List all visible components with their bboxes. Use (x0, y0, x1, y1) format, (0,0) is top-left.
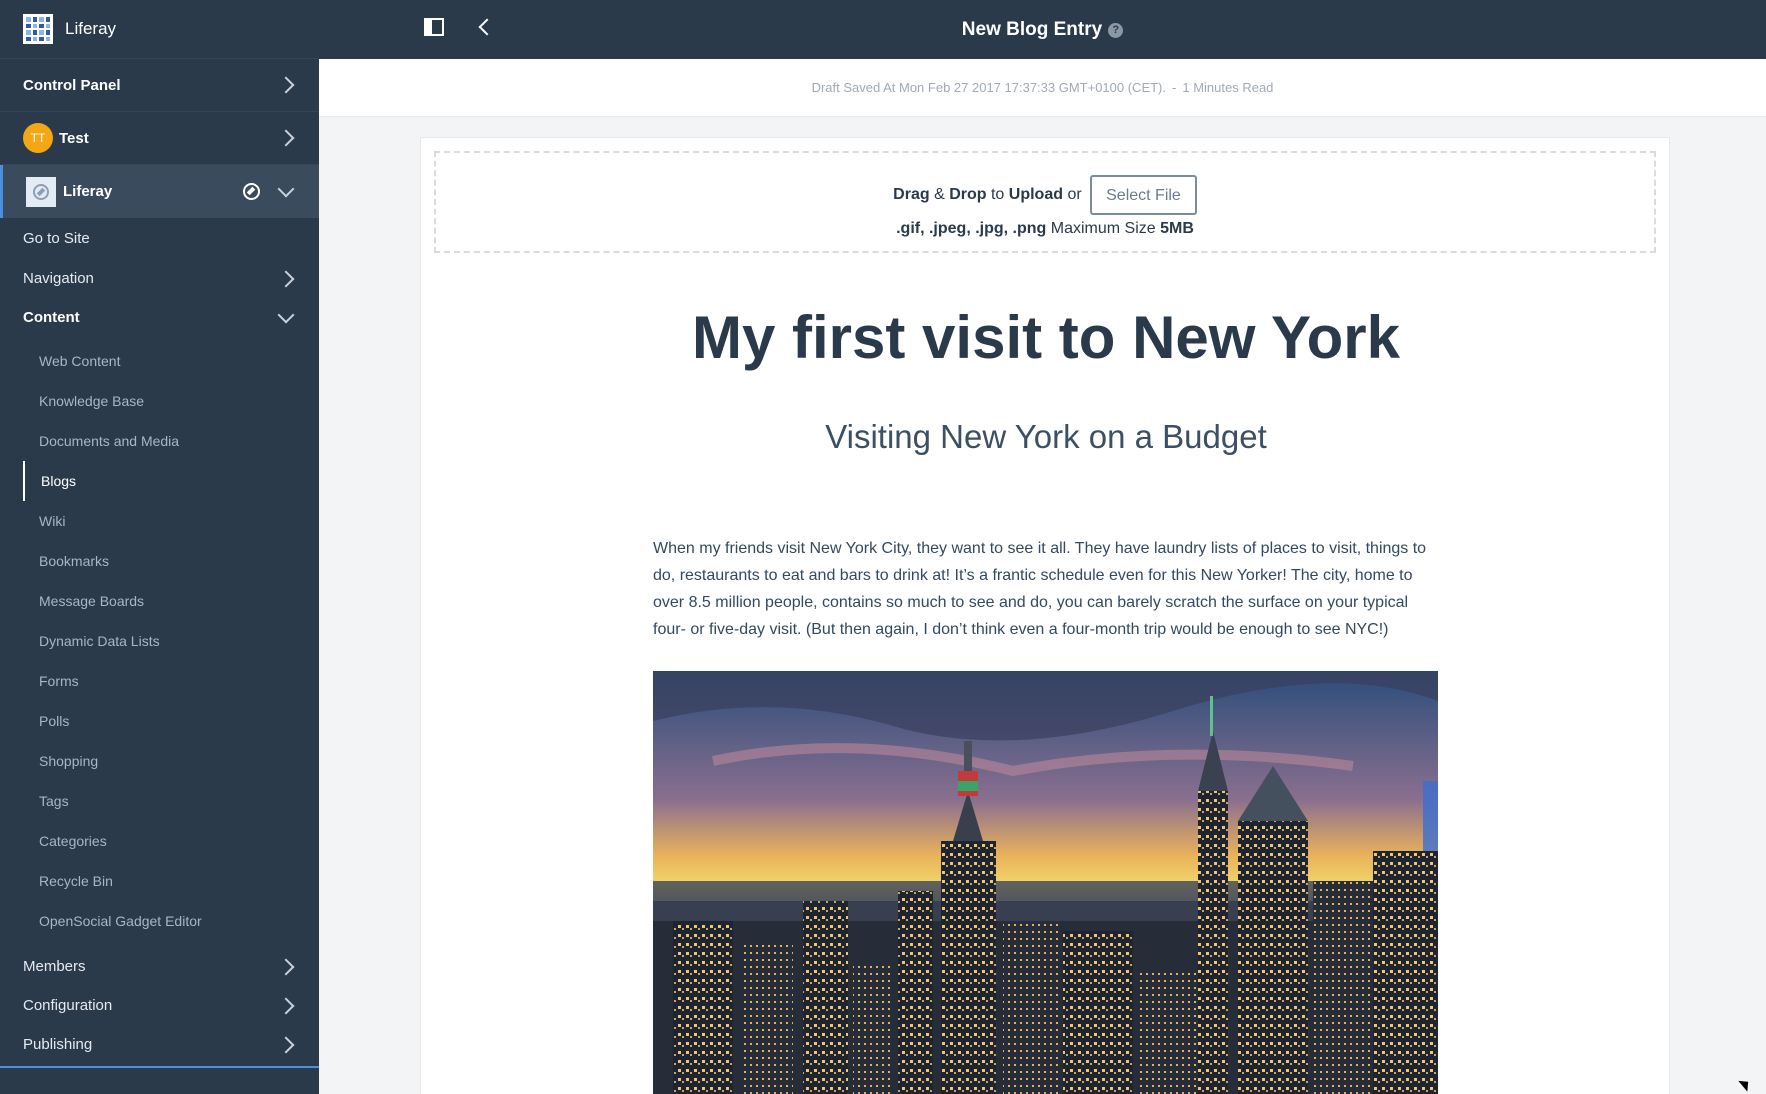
publishing-label: Publishing (23, 1036, 93, 1053)
page-title: New Blog Entry? (319, 19, 1766, 41)
compass-icon[interactable] (243, 183, 260, 200)
sidebar-item-categories[interactable]: Categories (0, 821, 319, 861)
configuration-label: Configuration (23, 997, 113, 1014)
max-size-value: 5MB (1160, 220, 1194, 237)
sidebar-item-bookmarks[interactable]: Bookmarks (0, 541, 319, 581)
status-separator: - (1172, 80, 1177, 95)
site-logo-icon (26, 176, 56, 207)
help-icon[interactable]: ? (1108, 22, 1124, 38)
drop-word: Drop (949, 186, 987, 204)
blog-subtitle-field[interactable]: Visiting New York on a Budget (421, 418, 1671, 456)
brand-name: Liferay (65, 19, 117, 38)
control-panel-row[interactable]: Control Panel (0, 59, 319, 112)
image-drop-zone[interactable]: Drag & Drop to Upload or Select File .gi… (434, 151, 1656, 253)
sidebar-item-blogs[interactable]: Blogs (23, 461, 319, 501)
avatar: TT (23, 123, 53, 153)
content-row[interactable]: Content (0, 298, 319, 337)
drop-instructions: Drag & Drop to Upload or Select File (436, 175, 1654, 215)
chevron-down-icon (277, 306, 295, 323)
draft-status-bar: Draft Saved At Mon Feb 27 2017 17:37:33 … (319, 59, 1766, 117)
top-bar: New Blog Entry? (319, 0, 1766, 59)
draft-saved-text: Draft Saved At Mon Feb 27 2017 17:37:33 … (811, 80, 1167, 95)
chevron-right-icon (277, 270, 295, 287)
navigation-row[interactable]: Navigation (0, 259, 319, 298)
upload-word: Upload (1008, 186, 1063, 204)
brand[interactable]: Liferay (0, 0, 319, 59)
publishing-row[interactable]: Publishing (0, 1025, 319, 1064)
sidebar-item-web-content[interactable]: Web Content (0, 341, 319, 381)
sidebar: Liferay Control Panel TT Test Liferay Go… (0, 0, 319, 1094)
go-to-site-link[interactable]: Go to Site (0, 218, 319, 259)
nyc-skyline-graphic (653, 671, 1438, 1094)
members-label: Members (23, 958, 86, 975)
nyc-skyline-image[interactable] (653, 671, 1438, 1094)
sidebar-item-shopping[interactable]: Shopping (0, 741, 319, 781)
members-row[interactable]: Members (0, 947, 319, 986)
editor-card: Drag & Drop to Upload or Select File .gi… (420, 137, 1670, 1094)
sidebar-item-wiki[interactable]: Wiki (0, 501, 319, 541)
sidebar-item-recycle-bin[interactable]: Recycle Bin (0, 861, 319, 901)
sidebar-bottom-divider (0, 1066, 319, 1068)
user-row[interactable]: TT Test (0, 112, 319, 165)
page-title-text: New Blog Entry (961, 18, 1103, 40)
chevron-right-icon (277, 76, 295, 94)
drag-word: Drag (893, 186, 930, 204)
sidebar-item-opensocial-gadget-editor[interactable]: OpenSocial Gadget Editor (0, 901, 319, 941)
navigation-label: Navigation (23, 270, 94, 287)
sidebar-item-tags[interactable]: Tags (0, 781, 319, 821)
site-row[interactable]: Liferay (0, 165, 319, 218)
content-submenu: Web Content Knowledge Base Documents and… (0, 337, 319, 941)
upload-constraints: .gif, .jpeg, .jpg, .png Maximum Size 5MB (436, 220, 1654, 238)
sidebar-item-documents-and-media[interactable]: Documents and Media (0, 421, 319, 461)
chevron-right-icon (277, 958, 295, 975)
site-name: Liferay (63, 183, 113, 200)
sidebar-item-knowledge-base[interactable]: Knowledge Base (0, 381, 319, 421)
blog-title-field[interactable]: My first visit to New York (421, 303, 1671, 372)
liferay-logo-icon (23, 14, 53, 44)
sidebar-item-dynamic-data-lists[interactable]: Dynamic Data Lists (0, 621, 319, 661)
go-to-site-label: Go to Site (23, 230, 90, 247)
blog-body-editor[interactable]: When my friends visit New York City, the… (653, 535, 1443, 643)
to-word: to (990, 186, 1005, 204)
read-time-text: 1 Minutes Read (1182, 80, 1274, 95)
sidebar-item-forms[interactable]: Forms (0, 661, 319, 701)
chevron-right-icon (277, 997, 295, 1014)
sidebar-item-message-boards[interactable]: Message Boards (0, 581, 319, 621)
control-panel-label: Control Panel (23, 76, 121, 94)
sidebar-item-polls[interactable]: Polls (0, 701, 319, 741)
mouse-cursor-icon (1738, 1076, 1753, 1092)
chevron-right-icon (277, 129, 295, 147)
allowed-formats: .gif, .jpeg, .jpg, .png (896, 220, 1047, 237)
amp-word: & (934, 186, 945, 204)
chevron-right-icon (277, 1036, 295, 1053)
chevron-down-icon[interactable] (277, 180, 295, 197)
max-size-label: Maximum Size (1050, 220, 1156, 237)
user-name: Test (59, 129, 89, 147)
select-file-button[interactable]: Select File (1090, 175, 1197, 215)
content-label: Content (23, 309, 80, 326)
or-word: or (1067, 186, 1082, 204)
configuration-row[interactable]: Configuration (0, 986, 319, 1025)
